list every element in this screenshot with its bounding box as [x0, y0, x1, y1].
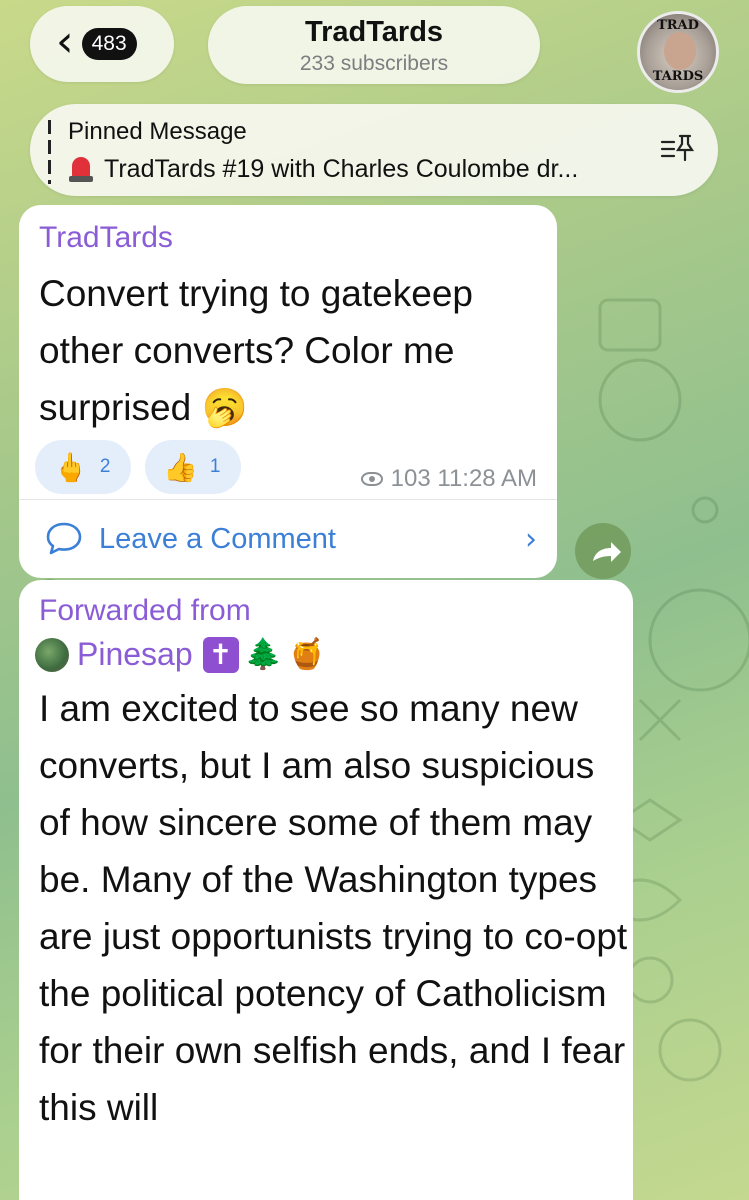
message-meta: 103 11:28 AM [360, 465, 537, 493]
message-text: Convert trying to gatekeep other convert… [39, 273, 473, 428]
chevron-left-icon: ‹ [56, 16, 74, 67]
cross-emoji: ✝ [202, 636, 239, 673]
channel-name: TradTards [304, 16, 444, 48]
reaction-emoji: 👍 [163, 451, 198, 483]
share-arrow-icon [593, 542, 621, 562]
source-name: Pinesap [77, 636, 193, 672]
message-text: I am excited to see so many new converts… [39, 688, 628, 1128]
channel-title[interactable]: TradTards 233 subscribers [208, 6, 540, 84]
leave-comment-button[interactable]: Leave a Comment › [45, 517, 537, 561]
pinned-title: Pinned Message [68, 118, 247, 145]
message-bubble[interactable]: TradTards Convert trying to gatekeep oth… [19, 205, 557, 578]
pinned-list-icon[interactable] [660, 134, 694, 164]
share-button[interactable] [575, 523, 631, 579]
chevron-right-icon: › [525, 521, 537, 557]
pinned-message-bar[interactable]: Pinned Message TradTards #19 with Charle… [30, 104, 718, 196]
channel-avatar[interactable]: TRAD TARDS [637, 11, 719, 93]
honey-emoji: 🍯 [288, 638, 326, 671]
comment-bubble-icon [46, 522, 82, 555]
reaction-count: 2 [99, 456, 111, 477]
pinned-text-row: TradTards #19 with Charles Coulombe dr..… [68, 154, 578, 184]
avatar-text-top: TRAD [657, 18, 699, 33]
pinned-text: TradTards #19 with Charles Coulombe dr..… [104, 155, 579, 183]
reaction-button[interactable]: 👍 1 [145, 440, 241, 494]
pinned-indicator [48, 120, 51, 184]
eye-icon [360, 472, 383, 486]
divider [19, 499, 557, 500]
unread-count-badge: 483 [81, 28, 137, 60]
subscriber-count: 233 subscribers [299, 52, 449, 75]
siren-icon [68, 154, 94, 182]
reaction-count: 1 [209, 456, 221, 477]
comment-label: Leave a Comment [99, 522, 336, 555]
avatar-text-bottom: TARDS [652, 69, 704, 84]
view-count: 103 [390, 465, 431, 492]
back-button[interactable]: ‹ 483 [30, 6, 174, 82]
reaction-button[interactable]: 🖕 2 [35, 440, 131, 494]
avatar-face [664, 32, 696, 70]
forwarded-label: Forwarded from [39, 594, 251, 627]
message-time: 11:28 AM [437, 465, 537, 492]
forwarded-message-bubble[interactable]: Forwarded from Pinesap ✝ 🌲 🍯 I am excite… [19, 580, 633, 1200]
source-avatar [35, 637, 69, 672]
forwarded-source[interactable]: Pinesap ✝ 🌲 🍯 [35, 636, 331, 673]
reaction-emoji: 🖕 [53, 451, 88, 483]
tree-emoji: 🌲 [244, 638, 282, 671]
message-sender: TradTards [39, 221, 173, 254]
